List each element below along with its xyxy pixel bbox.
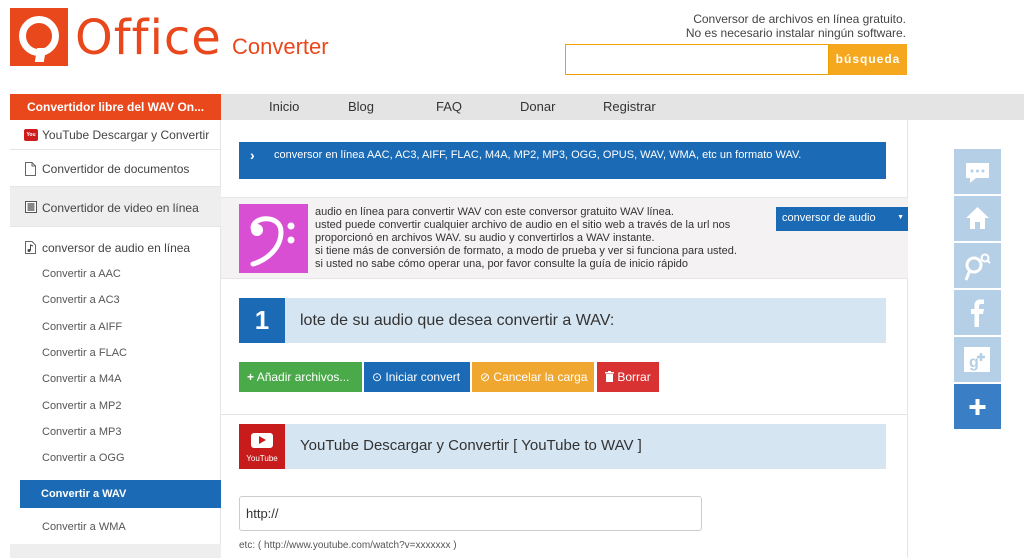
add-files-label: Añadir archivos...: [256, 370, 350, 384]
nav-item-blog[interactable]: Blog: [348, 94, 374, 120]
facebook-button[interactable]: [954, 290, 1001, 335]
tagline: Conversor de archivos en línea gratuito.…: [606, 12, 906, 40]
search-pin-button[interactable]: [954, 243, 1001, 288]
url-example: etc: ( http://www.youtube.com/watch?v=xx…: [239, 540, 457, 551]
bass-clef-glyph: [250, 216, 295, 267]
sidebar: Convertidor libre del WAV On... You YouT…: [10, 94, 221, 558]
bass-clef-icon: [239, 204, 308, 273]
sidebar-sub-wma[interactable]: Convertir a WMA: [42, 519, 126, 535]
nav-item-faq[interactable]: FAQ: [436, 94, 462, 120]
nav-item-registrar[interactable]: Registrar: [603, 94, 656, 120]
step-text: lote de su audio que desea convertir a W…: [300, 312, 615, 329]
tagline-line1: Conversor de archivos en línea gratuito.: [693, 12, 906, 26]
sidebar-item-label: conversor de audio en línea: [42, 241, 191, 255]
sidebar-sub-aiff[interactable]: Convertir a AIFF: [42, 319, 122, 335]
sidebar-sub-wav-active[interactable]: Convertir a WAV: [20, 480, 221, 508]
start-convert-label: Iniciar convert: [385, 370, 461, 384]
sidebar-sub-m4a[interactable]: Convertir a M4A: [42, 371, 121, 387]
google-plus-button[interactable]: g: [954, 337, 1001, 382]
document-icon: [25, 162, 36, 176]
logo-icon[interactable]: [10, 8, 68, 66]
caret-down-icon: ▼: [897, 214, 904, 221]
logo-office-text[interactable]: Office: [75, 9, 222, 67]
ban-icon: ⊘: [480, 370, 491, 384]
section-divider: [221, 414, 908, 415]
search-input[interactable]: [565, 44, 829, 75]
description-line: si usted no sabe cómo operar una, por fa…: [315, 258, 689, 270]
logo-q-tail: [34, 48, 47, 62]
comment-button[interactable]: [954, 149, 1001, 194]
google-plus-icon: g: [964, 347, 990, 372]
add-files-button[interactable]: + Añadir archivos...: [239, 362, 362, 392]
cancel-upload-button[interactable]: ⊘ Cancelar la carga: [472, 362, 594, 392]
youtube-logo-text: YouTube: [246, 454, 278, 463]
sidebar-item-youtube[interactable]: You YouTube Descargar y Convertir: [10, 120, 221, 150]
sidebar-sub-ogg[interactable]: Convertir a OGG: [42, 450, 125, 466]
cancel-upload-label: Cancelar la carga: [493, 370, 588, 384]
format-banner: › conversor en línea AAC, AC3, AIFF, FLA…: [239, 142, 886, 179]
description-text: audio en línea para convertir WAV con es…: [315, 206, 755, 271]
clear-button[interactable]: Borrar: [597, 362, 659, 392]
plus-icon: [969, 399, 986, 415]
sidebar-item-label: YouTube Descargar y Convertir: [42, 128, 210, 142]
sidebar-item-video[interactable]: Convertidor de video en línea: [10, 187, 221, 227]
nav-item-inicio[interactable]: Inicio: [269, 94, 299, 120]
youtube-play-icon: [251, 433, 273, 448]
chevron-right-icon: ›: [250, 147, 255, 163]
sidebar-item-documents[interactable]: Convertidor de documentos: [10, 150, 221, 187]
more-share-button[interactable]: [954, 384, 1001, 429]
page: Office Converter Conversor de archivos e…: [0, 0, 1024, 558]
home-icon: [966, 207, 989, 229]
sidebar-sub-aac[interactable]: Convertir a AAC: [42, 266, 121, 282]
sidebar-item-label: Convertidor de video en línea: [42, 201, 199, 215]
sidebar-item-audio[interactable]: conversor de audio en línea: [10, 227, 221, 265]
facebook-icon: [971, 299, 984, 327]
sidebar-sub-mp3[interactable]: Convertir a MP3: [42, 424, 121, 440]
tagline-line2: No es necesario instalar ningún software…: [685, 26, 906, 40]
play-circle-icon: ⊙: [372, 370, 383, 384]
sidebar-heading[interactable]: Convertidor libre del WAV On...: [10, 94, 221, 120]
nav-item-donar[interactable]: Donar: [520, 94, 555, 120]
banner-text: conversor en línea AAC, AC3, AIFF, FLAC,…: [274, 149, 802, 161]
description-line: proporcionó en archivos WAV. su audio y …: [315, 232, 655, 244]
step-number: 1: [239, 298, 285, 343]
search-pin-icon: [964, 253, 991, 281]
description-line: audio en línea para convertir WAV con es…: [315, 206, 674, 218]
search-button[interactable]: búsqueda: [829, 44, 907, 75]
sidebar-item-label: Convertidor de documentos: [42, 162, 190, 176]
start-convert-button[interactable]: ⊙ Iniciar convert: [364, 362, 470, 392]
sidebar-sub-flac[interactable]: Convertir a FLAC: [42, 345, 127, 361]
dropdown-label: conversor de audio: [782, 212, 876, 224]
clear-label: Borrar: [617, 370, 651, 384]
description-line: usted puede convertir cualquier archivo …: [315, 219, 731, 231]
youtube-url-input[interactable]: [239, 496, 702, 531]
youtube-icon: You: [24, 129, 38, 141]
film-icon: [25, 201, 37, 213]
comment-icon: [966, 163, 989, 183]
plus-icon: +: [247, 370, 255, 384]
audio-converter-dropdown[interactable]: conversor de audio ▼: [776, 207, 908, 231]
youtube-heading: YouTube Descargar y Convertir [ YouTube …: [300, 437, 642, 454]
home-button[interactable]: [954, 196, 1001, 241]
trash-icon: [605, 371, 614, 382]
main-nav: Inicio Blog FAQ Donar Registrar: [221, 94, 1024, 120]
description-line: si tiene más de conversión de formato, a…: [315, 245, 737, 257]
audio-file-icon: [25, 241, 36, 254]
logo-converter-text[interactable]: Converter: [232, 33, 329, 61]
sidebar-footer-strip: [10, 544, 221, 558]
youtube-logo-icon: YouTube: [239, 424, 285, 469]
sidebar-sub-ac3[interactable]: Convertir a AC3: [42, 292, 120, 308]
sidebar-sub-mp2[interactable]: Convertir a MP2: [42, 398, 121, 414]
